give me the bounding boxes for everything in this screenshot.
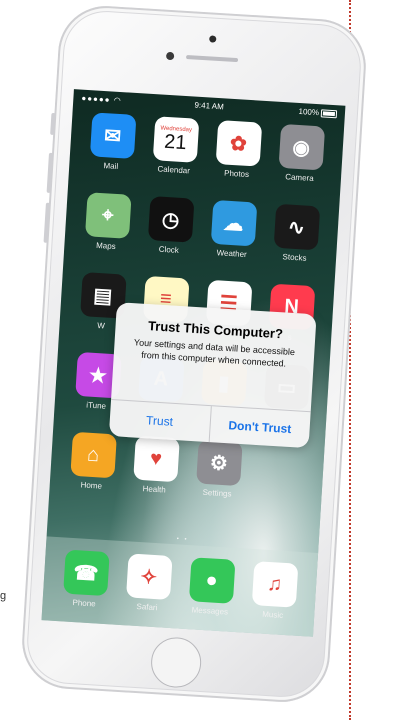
calendar-icon: Wednesday 21: [152, 116, 199, 163]
phone-icon: ☎: [62, 549, 110, 597]
stray-text: g: [0, 590, 7, 602]
app-label: Mail: [103, 161, 119, 172]
battery-indicator: 100%: [298, 107, 338, 119]
app-music[interactable]: ♫ Music: [240, 560, 307, 634]
weather-icon: ☁: [210, 199, 257, 247]
app-label: W: [97, 321, 106, 331]
app-calendar[interactable]: Wednesday 21 Calendar: [141, 116, 208, 190]
maps-icon: ⌖: [84, 192, 132, 239]
clock-icon: ◷: [147, 196, 194, 243]
app-health[interactable]: ♥ Health: [122, 435, 189, 509]
app-settings[interactable]: ⚙ Settings: [185, 439, 252, 513]
trust-button[interactable]: Trust: [108, 400, 212, 443]
safari-icon: ✧: [125, 553, 173, 600]
app-label: Clock: [158, 244, 180, 255]
app-label: Phone: [72, 598, 96, 609]
app-messages[interactable]: ● Messages: [177, 557, 244, 631]
app-mail[interactable]: ✉ Mail: [78, 112, 145, 186]
home-screen: ●●●●● ◠ 9:41 AM 100% ✉ Mail Wednesday 21 Cal…: [41, 89, 346, 637]
health-icon: ♥: [132, 435, 180, 483]
app-label: Maps: [95, 240, 116, 252]
app-label: Health: [142, 484, 166, 495]
app-stocks[interactable]: ∿ Stocks: [262, 203, 329, 277]
app-label: Photos: [223, 168, 250, 180]
app-phone[interactable]: ☎ Phone: [52, 549, 119, 623]
calendar-date: 21: [163, 130, 188, 155]
app-safari[interactable]: ✧ Safari: [114, 553, 181, 627]
mail-icon: ✉: [89, 112, 136, 159]
camera-icon: ◉: [278, 123, 325, 171]
alert-message: Your settings and data will be accessibl…: [133, 337, 296, 369]
messages-icon: ●: [188, 557, 236, 604]
settings-icon: ⚙: [195, 439, 243, 487]
photos-icon: ✿: [215, 120, 262, 167]
app-label: Stocks: [282, 252, 307, 263]
home-icon: ⌂: [69, 431, 117, 479]
iphone-device: ●●●●● ◠ 9:41 AM 100% ✉ Mail Wednesday 21 Cal…: [19, 3, 369, 705]
dock-grid: ☎ Phone ✧ Safari ● Messages ♫ Music: [52, 549, 308, 634]
app-photos[interactable]: ✿ Photos: [204, 119, 271, 193]
app-label: Safari: [136, 601, 158, 613]
app-weather[interactable]: ☁ Weather: [199, 199, 266, 273]
music-icon: ♫: [251, 561, 298, 608]
app-home[interactable]: ⌂ Home: [59, 431, 126, 505]
battery-icon: [320, 109, 338, 119]
dont-trust-button[interactable]: Don't Trust: [209, 406, 311, 448]
app-maps[interactable]: ⌖ Maps: [73, 192, 140, 266]
trust-computer-alert: Trust This Computer? Your settings and d…: [108, 302, 317, 449]
app-label: Calendar: [157, 164, 191, 176]
app-label: Music: [262, 609, 284, 620]
app-camera[interactable]: ◉ Camera: [267, 123, 334, 197]
app-label: Weather: [216, 248, 247, 260]
app-label: Settings: [202, 487, 232, 499]
app-label: Home: [80, 480, 103, 491]
dock: ☎ Phone ✧ Safari ● Messages ♫ Music: [41, 536, 319, 637]
stocks-icon: ∿: [273, 203, 320, 251]
app-clock[interactable]: ◷ Clock: [136, 195, 203, 269]
app-label: Camera: [284, 172, 314, 183]
app-label: iTune: [86, 400, 107, 411]
app-label: Messages: [191, 605, 229, 617]
